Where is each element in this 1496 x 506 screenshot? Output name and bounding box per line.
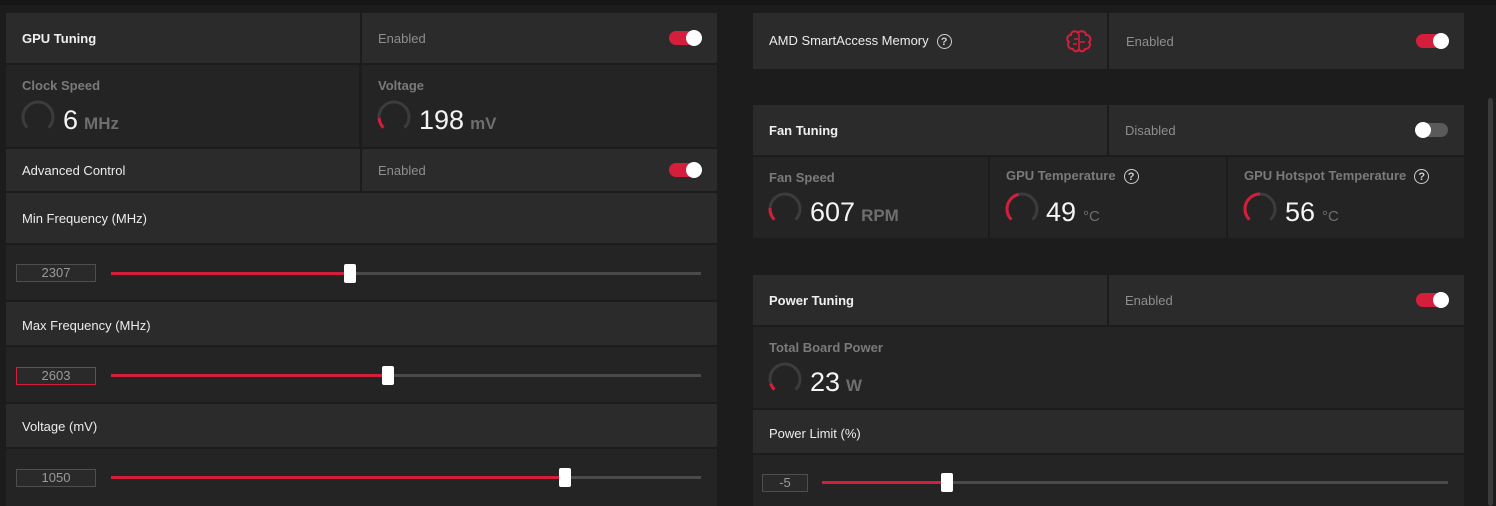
smart-access-memory-row: AMD SmartAccess Memory? Enabled [753, 13, 1464, 69]
gpu-temperature-gauge [1005, 192, 1039, 226]
advanced-control-row: Advanced Control Enabled [6, 149, 717, 191]
fan-speed-readout: 607 RPM [810, 197, 899, 228]
clock-speed-unit: MHz [84, 114, 119, 133]
total-board-power-label: Total Board Power [769, 340, 883, 355]
total-board-power-unit: W [846, 376, 863, 395]
power-tuning-header: Power Tuning Enabled [753, 275, 1464, 325]
voltage-readout: 198 mV [419, 105, 497, 136]
power-tuning-toggle[interactable] [1416, 292, 1449, 308]
power-tuning-title: Power Tuning [769, 293, 854, 308]
gpu-tuning-state: Enabled [378, 31, 426, 46]
power-tuning-state: Enabled [1125, 293, 1173, 308]
total-board-power-panel: Total Board Power 23 W [753, 327, 1464, 408]
power-limit-slider-row: -5 [753, 455, 1464, 506]
max-frequency-slider-row: 2603 [6, 347, 717, 402]
total-board-power-value: 23 [810, 367, 841, 397]
clock-speed-label: Clock Speed [22, 78, 101, 93]
gpu-hotspot-temperature-gauge [1243, 192, 1277, 226]
fan-speed-label: Fan Speed [769, 170, 835, 185]
advanced-control-state: Enabled [378, 163, 426, 178]
fan-tuning-state: Disabled [1125, 123, 1176, 138]
smart-access-memory-label: AMD SmartAccess Memory [769, 33, 929, 48]
voltage-slider[interactable] [111, 468, 701, 487]
total-board-power-gauge [768, 362, 802, 396]
gpu-hotspot-temperature-unit: °C [1322, 208, 1339, 225]
gpu-hotspot-temperature-label: GPU Hotspot Temperature [1244, 168, 1407, 183]
max-frequency-header: Max Frequency (MHz) [6, 302, 717, 345]
min-frequency-header: Min Frequency (MHz) [6, 193, 717, 243]
voltage-label: Voltage [378, 78, 424, 93]
max-frequency-slider-thumb[interactable] [382, 366, 395, 385]
voltage-unit: mV [470, 114, 497, 133]
max-frequency-input[interactable]: 2603 [16, 367, 96, 385]
fan-speed-value: 607 [810, 197, 856, 227]
voltage-value: 198 [419, 105, 465, 135]
gpu-temperature-label: GPU Temperature [1006, 168, 1116, 183]
gpu-hotspot-temperature-label-group: GPU Hotspot Temperature? [1244, 168, 1430, 185]
smart-access-memory-state: Enabled [1126, 34, 1174, 49]
voltage-slider-label: Voltage (mV) [22, 419, 98, 434]
voltage-slider-thumb[interactable] [559, 468, 572, 487]
top-edge [0, 0, 1496, 5]
min-frequency-slider[interactable] [111, 264, 701, 283]
clock-speed-value: 6 [63, 105, 79, 135]
gpu-temperature-panel: GPU Temperature? 49 °C [990, 157, 1226, 238]
min-frequency-input[interactable]: 2307 [16, 264, 96, 282]
power-limit-header: Power Limit (%) [753, 410, 1464, 453]
total-board-power-readout: 23 W [810, 367, 862, 398]
power-limit-slider-thumb[interactable] [941, 473, 954, 492]
fan-tuning-header: Fan Tuning Disabled [753, 105, 1464, 155]
question-icon[interactable]: ? [936, 34, 952, 50]
gpu-temperature-value: 49 [1046, 197, 1077, 227]
smart-access-memory-toggle[interactable] [1416, 33, 1449, 49]
fan-speed-unit: RPM [861, 206, 899, 225]
min-frequency-label: Min Frequency (MHz) [22, 211, 147, 226]
gpu-hotspot-temperature-panel: GPU Hotspot Temperature? 56 °C [1228, 157, 1464, 238]
gpu-hotspot-temperature-readout: 56 °C [1285, 197, 1339, 228]
gpu-hotspot-temperature-value: 56 [1285, 197, 1316, 227]
voltage-panel: Voltage 198 mV [362, 65, 717, 147]
divider [1107, 275, 1109, 325]
voltage-input[interactable]: 1050 [16, 469, 96, 487]
min-frequency-slider-row: 2307 [6, 245, 717, 300]
voltage-slider-header: Voltage (mV) [6, 404, 717, 447]
fan-tuning-toggle[interactable] [1415, 122, 1448, 138]
question-icon[interactable]: ? [1414, 169, 1430, 185]
clock-speed-readout: 6 MHz [63, 105, 119, 136]
max-frequency-slider[interactable] [111, 366, 701, 385]
divider [360, 149, 362, 191]
power-limit-input[interactable]: -5 [762, 474, 808, 492]
min-frequency-slider-thumb[interactable] [343, 264, 356, 283]
power-limit-slider[interactable] [822, 473, 1448, 492]
brain-icon [1066, 30, 1092, 53]
gpu-tuning-title: GPU Tuning [22, 31, 97, 46]
max-frequency-label: Max Frequency (MHz) [22, 318, 151, 333]
fan-speed-panel: Fan Speed 607 RPM [753, 157, 988, 238]
power-limit-label: Power Limit (%) [769, 426, 861, 441]
divider [1107, 13, 1109, 69]
gpu-temperature-label-group: GPU Temperature? [1006, 168, 1139, 185]
gpu-tuning-toggle[interactable] [669, 30, 702, 46]
voltage-gauge [377, 100, 411, 134]
smart-access-memory-label-group: AMD SmartAccess Memory? [769, 33, 952, 50]
gpu-temperature-readout: 49 °C [1046, 197, 1100, 228]
advanced-control-label: Advanced Control [22, 163, 126, 178]
clock-speed-gauge [21, 100, 55, 134]
divider [1107, 105, 1109, 155]
advanced-control-toggle[interactable] [669, 162, 702, 178]
question-icon[interactable]: ? [1123, 169, 1139, 185]
clock-speed-panel: Clock Speed 6 MHz [6, 65, 359, 147]
gpu-tuning-header: GPU Tuning Enabled [6, 13, 717, 63]
divider [360, 13, 362, 63]
fan-tuning-title: Fan Tuning [769, 123, 839, 138]
scrollbar[interactable] [1488, 98, 1493, 506]
fan-speed-gauge [768, 192, 802, 226]
gpu-temperature-unit: °C [1083, 208, 1100, 225]
voltage-slider-row: 1050 [6, 449, 717, 506]
